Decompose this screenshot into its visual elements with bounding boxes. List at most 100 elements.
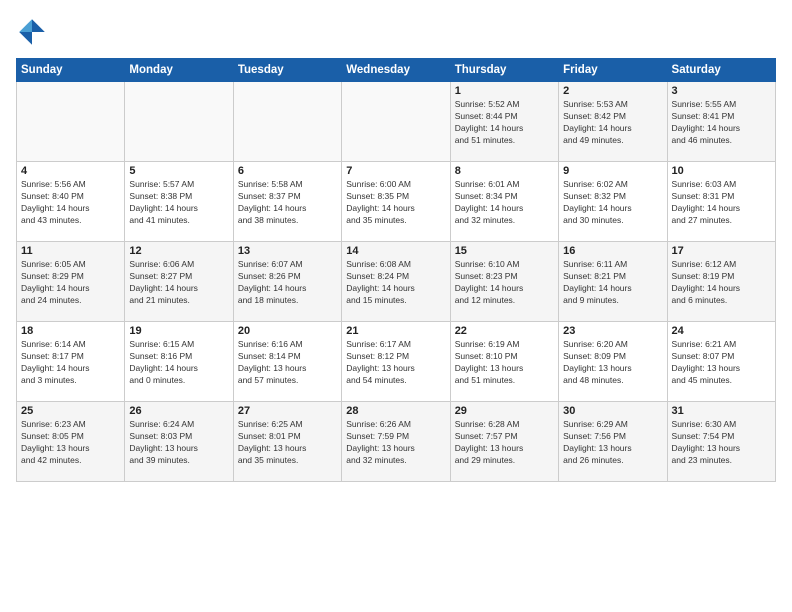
day-number: 26 xyxy=(129,405,228,417)
day-info: Sunrise: 6:06 AM Sunset: 8:27 PM Dayligh… xyxy=(129,259,228,307)
day-info: Sunrise: 6:03 AM Sunset: 8:31 PM Dayligh… xyxy=(672,179,771,227)
day-info: Sunrise: 6:30 AM Sunset: 7:54 PM Dayligh… xyxy=(672,419,771,467)
day-cell: 23 Sunrise: 6:20 AM Sunset: 8:09 PM Dayli… xyxy=(559,322,667,402)
day-cell: 17 Sunrise: 6:12 AM Sunset: 8:19 PM Dayli… xyxy=(667,242,775,322)
day-cell: 30 Sunrise: 6:29 AM Sunset: 7:56 PM Dayli… xyxy=(559,402,667,482)
weekday-header-sunday: Sunday xyxy=(17,59,125,82)
day-number: 17 xyxy=(672,245,771,257)
day-cell: 4Sunrise: 5:56 AM Sunset: 8:40 PM Daylig… xyxy=(17,162,125,242)
day-info: Sunrise: 6:25 AM Sunset: 8:01 PM Dayligh… xyxy=(238,419,337,467)
day-cell: 16 Sunrise: 6:11 AM Sunset: 8:21 PM Dayli… xyxy=(559,242,667,322)
day-cell: 28 Sunrise: 6:26 AM Sunset: 7:59 PM Dayli… xyxy=(342,402,450,482)
day-number: 2 xyxy=(563,85,662,97)
day-cell xyxy=(342,82,450,162)
day-info: Sunrise: 6:07 AM Sunset: 8:26 PM Dayligh… xyxy=(238,259,337,307)
day-cell: 11 Sunrise: 6:05 AM Sunset: 8:29 PM Dayli… xyxy=(17,242,125,322)
day-cell: 27Sunrise: 6:25 AM Sunset: 8:01 PM Dayli… xyxy=(233,402,341,482)
day-cell: 10 Sunrise: 6:03 AM Sunset: 8:31 PM Dayli… xyxy=(667,162,775,242)
day-info: Sunrise: 6:14 AM Sunset: 8:17 PM Dayligh… xyxy=(21,339,120,387)
day-info: Sunrise: 6:11 AM Sunset: 8:21 PM Dayligh… xyxy=(563,259,662,307)
day-info: Sunrise: 5:57 AM Sunset: 8:38 PM Dayligh… xyxy=(129,179,228,227)
day-number: 29 xyxy=(455,405,554,417)
day-number: 23 xyxy=(563,325,662,337)
day-info: Sunrise: 6:20 AM Sunset: 8:09 PM Dayligh… xyxy=(563,339,662,387)
day-info: Sunrise: 5:55 AM Sunset: 8:41 PM Dayligh… xyxy=(672,99,771,147)
weekday-header-tuesday: Tuesday xyxy=(233,59,341,82)
day-info: Sunrise: 5:52 AM Sunset: 8:44 PM Dayligh… xyxy=(455,99,554,147)
day-cell: 6 Sunrise: 5:58 AM Sunset: 8:37 PM Daylig… xyxy=(233,162,341,242)
day-cell: 8 Sunrise: 6:01 AM Sunset: 8:34 PM Daylig… xyxy=(450,162,558,242)
day-number: 28 xyxy=(346,405,445,417)
day-cell: 29 Sunrise: 6:28 AM Sunset: 7:57 PM Dayli… xyxy=(450,402,558,482)
day-info: Sunrise: 6:08 AM Sunset: 8:24 PM Dayligh… xyxy=(346,259,445,307)
day-info: Sunrise: 5:58 AM Sunset: 8:37 PM Dayligh… xyxy=(238,179,337,227)
day-info: Sunrise: 6:15 AM Sunset: 8:16 PM Dayligh… xyxy=(129,339,228,387)
day-cell: 31 Sunrise: 6:30 AM Sunset: 7:54 PM Dayli… xyxy=(667,402,775,482)
day-cell: 19 Sunrise: 6:15 AM Sunset: 8:16 PM Dayli… xyxy=(125,322,233,402)
day-number: 13 xyxy=(238,245,337,257)
day-number: 25 xyxy=(21,405,120,417)
day-cell: 5 Sunrise: 5:57 AM Sunset: 8:38 PM Daylig… xyxy=(125,162,233,242)
day-cell: 15Sunrise: 6:10 AM Sunset: 8:23 PM Dayli… xyxy=(450,242,558,322)
page: SundayMondayTuesdayWednesdayThursdayFrid… xyxy=(0,0,792,612)
day-cell: 2 Sunrise: 5:53 AM Sunset: 8:42 PM Daylig… xyxy=(559,82,667,162)
day-cell: 25Sunrise: 6:23 AM Sunset: 8:05 PM Dayli… xyxy=(17,402,125,482)
day-number: 30 xyxy=(563,405,662,417)
day-number: 4 xyxy=(21,165,120,177)
day-number: 24 xyxy=(672,325,771,337)
day-cell: 22Sunrise: 6:19 AM Sunset: 8:10 PM Dayli… xyxy=(450,322,558,402)
day-cell: 21Sunrise: 6:17 AM Sunset: 8:12 PM Dayli… xyxy=(342,322,450,402)
day-info: Sunrise: 6:26 AM Sunset: 7:59 PM Dayligh… xyxy=(346,419,445,467)
weekday-header-wednesday: Wednesday xyxy=(342,59,450,82)
week-row-5: 25Sunrise: 6:23 AM Sunset: 8:05 PM Dayli… xyxy=(17,402,776,482)
day-number: 31 xyxy=(672,405,771,417)
day-info: Sunrise: 6:02 AM Sunset: 8:32 PM Dayligh… xyxy=(563,179,662,227)
week-row-1: 1 Sunrise: 5:52 AM Sunset: 8:44 PM Daylig… xyxy=(17,82,776,162)
day-cell: 7Sunrise: 6:00 AM Sunset: 8:35 PM Daylig… xyxy=(342,162,450,242)
day-info: Sunrise: 6:24 AM Sunset: 8:03 PM Dayligh… xyxy=(129,419,228,467)
day-cell: 24 Sunrise: 6:21 AM Sunset: 8:07 PM Dayli… xyxy=(667,322,775,402)
day-cell: 1 Sunrise: 5:52 AM Sunset: 8:44 PM Daylig… xyxy=(450,82,558,162)
weekday-header-row: SundayMondayTuesdayWednesdayThursdayFrid… xyxy=(17,59,776,82)
day-info: Sunrise: 5:53 AM Sunset: 8:42 PM Dayligh… xyxy=(563,99,662,147)
day-info: Sunrise: 6:12 AM Sunset: 8:19 PM Dayligh… xyxy=(672,259,771,307)
day-number: 18 xyxy=(21,325,120,337)
day-info: Sunrise: 6:16 AM Sunset: 8:14 PM Dayligh… xyxy=(238,339,337,387)
day-number: 7 xyxy=(346,165,445,177)
day-number: 5 xyxy=(129,165,228,177)
day-info: Sunrise: 6:21 AM Sunset: 8:07 PM Dayligh… xyxy=(672,339,771,387)
day-cell: 26 Sunrise: 6:24 AM Sunset: 8:03 PM Dayli… xyxy=(125,402,233,482)
day-number: 8 xyxy=(455,165,554,177)
week-row-2: 4Sunrise: 5:56 AM Sunset: 8:40 PM Daylig… xyxy=(17,162,776,242)
day-cell: 12 Sunrise: 6:06 AM Sunset: 8:27 PM Dayli… xyxy=(125,242,233,322)
day-cell: 3 Sunrise: 5:55 AM Sunset: 8:41 PM Daylig… xyxy=(667,82,775,162)
day-info: Sunrise: 6:05 AM Sunset: 8:29 PM Dayligh… xyxy=(21,259,120,307)
day-number: 10 xyxy=(672,165,771,177)
day-info: Sunrise: 6:01 AM Sunset: 8:34 PM Dayligh… xyxy=(455,179,554,227)
day-number: 19 xyxy=(129,325,228,337)
day-info: Sunrise: 6:19 AM Sunset: 8:10 PM Dayligh… xyxy=(455,339,554,387)
calendar-table: SundayMondayTuesdayWednesdayThursdayFrid… xyxy=(16,58,776,482)
day-number: 12 xyxy=(129,245,228,257)
day-number: 3 xyxy=(672,85,771,97)
day-number: 6 xyxy=(238,165,337,177)
day-cell: 13 Sunrise: 6:07 AM Sunset: 8:26 PM Dayli… xyxy=(233,242,341,322)
day-number: 15 xyxy=(455,245,554,257)
weekday-header-friday: Friday xyxy=(559,59,667,82)
day-info: Sunrise: 6:29 AM Sunset: 7:56 PM Dayligh… xyxy=(563,419,662,467)
day-cell: 14Sunrise: 6:08 AM Sunset: 8:24 PM Dayli… xyxy=(342,242,450,322)
day-number: 11 xyxy=(21,245,120,257)
day-number: 1 xyxy=(455,85,554,97)
day-number: 16 xyxy=(563,245,662,257)
day-cell xyxy=(125,82,233,162)
day-cell xyxy=(17,82,125,162)
day-cell xyxy=(233,82,341,162)
weekday-header-thursday: Thursday xyxy=(450,59,558,82)
day-number: 21 xyxy=(346,325,445,337)
weekday-header-monday: Monday xyxy=(125,59,233,82)
week-row-4: 18 Sunrise: 6:14 AM Sunset: 8:17 PM Dayli… xyxy=(17,322,776,402)
day-info: Sunrise: 6:28 AM Sunset: 7:57 PM Dayligh… xyxy=(455,419,554,467)
day-cell: 20Sunrise: 6:16 AM Sunset: 8:14 PM Dayli… xyxy=(233,322,341,402)
logo-icon xyxy=(16,16,48,48)
logo xyxy=(16,16,52,48)
